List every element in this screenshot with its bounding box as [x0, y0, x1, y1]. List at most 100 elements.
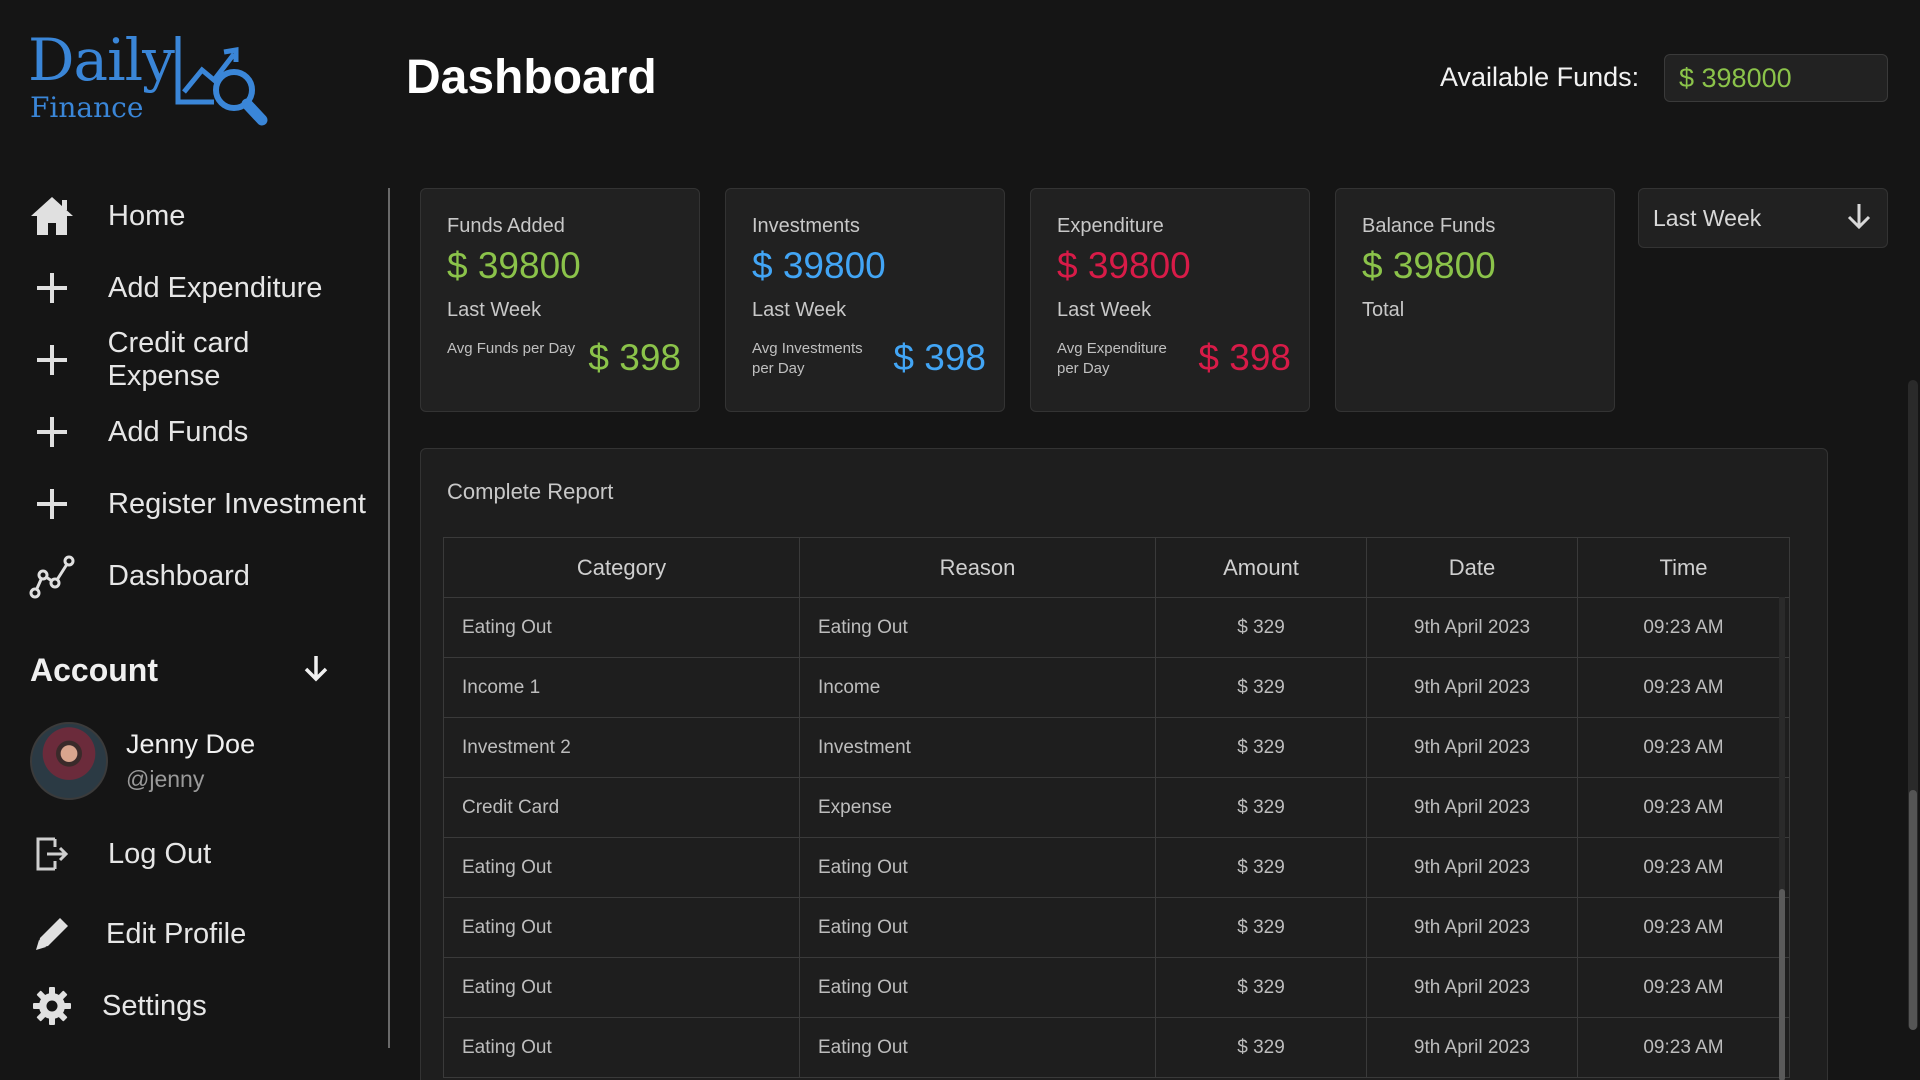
plus-icon: [28, 408, 76, 456]
brand-sub: Finance: [30, 91, 144, 124]
cell-amount: $ 329: [1155, 657, 1367, 718]
cell-category: Eating Out: [443, 897, 800, 958]
page-scrollbar-thumb[interactable]: [1909, 790, 1917, 1030]
cell-amount: $ 329: [1155, 837, 1367, 898]
brand-logo[interactable]: Daily Finance: [28, 28, 278, 128]
card-value: $ 39800: [1057, 245, 1191, 286]
user-name: Jenny Doe: [126, 729, 256, 759]
settings-button[interactable]: Settings: [28, 976, 368, 1036]
card-avg-value: $ 398: [893, 337, 986, 378]
edit-profile-button[interactable]: Edit Profile: [28, 892, 368, 976]
cell-time: 09:23 AM: [1577, 597, 1790, 658]
cell-amount: $ 329: [1155, 957, 1367, 1018]
table-row[interactable]: Eating Out Eating Out $ 329 9th April 2023 0…: [443, 897, 1790, 958]
cell-reason: Income: [799, 657, 1156, 718]
complete-report: Complete Report Category Reason Amount D…: [420, 448, 1828, 1080]
edit-profile-label: Edit Profile: [106, 917, 247, 950]
table-row[interactable]: Credit Card Expense $ 329 9th April 2023 09:…: [443, 777, 1790, 838]
table-row[interactable]: Eating Out Eating Out $ 329 9th April 2023 0…: [443, 1017, 1790, 1078]
cell-amount: $ 329: [1155, 717, 1367, 778]
card-expenditure: Expenditure $ 39800 Last Week Avg Expend…: [1030, 188, 1310, 412]
table-row[interactable]: Investment 2 Investment $ 329 9th April 202…: [443, 717, 1790, 778]
sidebar-item-home[interactable]: Home: [28, 180, 368, 252]
cell-time: 09:23 AM: [1577, 1017, 1790, 1078]
sidebar-item-label: Add Funds: [108, 415, 249, 448]
table-row[interactable]: Eating Out Eating Out $ 329 9th April 2023 0…: [443, 597, 1790, 658]
avatar[interactable]: [30, 722, 108, 800]
card-funds-added: Funds Added $ 39800 Last Week Avg Funds …: [420, 188, 700, 412]
report-table: Category Reason Amount Date Time Eating …: [443, 537, 1790, 1078]
pencil-icon: [28, 910, 76, 958]
home-icon: [28, 192, 76, 240]
page-title: Dashboard: [406, 51, 657, 104]
cell-reason: Eating Out: [799, 597, 1156, 658]
sidebar-item-dashboard[interactable]: Dashboard: [28, 540, 368, 612]
logout-label: Log Out: [108, 837, 212, 870]
user-handle: @jenny: [126, 766, 205, 792]
card-investments: Investments $ 39800 Last Week Avg Invest…: [725, 188, 1005, 412]
cell-date: 9th April 2023: [1366, 957, 1578, 1018]
cell-date: 9th April 2023: [1366, 837, 1578, 898]
sidebar-item-add-funds[interactable]: Add Funds: [28, 396, 368, 468]
sidebar-item-register-investment[interactable]: Register Investment: [28, 468, 368, 540]
card-value: $ 39800: [752, 245, 886, 286]
table-scrollbar[interactable]: [1779, 597, 1785, 1080]
available-funds-label: Available Funds:: [1440, 62, 1640, 92]
cell-amount: $ 329: [1155, 777, 1367, 838]
cell-date: 9th April 2023: [1366, 657, 1578, 718]
cell-category: Eating Out: [443, 1017, 800, 1078]
column-header-date[interactable]: Date: [1366, 537, 1578, 598]
cell-time: 09:23 AM: [1577, 957, 1790, 1018]
account-heading: Account: [30, 651, 158, 688]
card-avg-label: Avg Investments per Day: [752, 340, 863, 377]
card-title: Balance Funds: [1362, 215, 1496, 237]
sidebar-item-credit-card-expense[interactable]: Credit card Expense: [28, 324, 368, 396]
card-period: Last Week: [752, 299, 847, 321]
cell-time: 09:23 AM: [1577, 777, 1790, 838]
sidebar-item-label: Credit card Expense: [107, 327, 250, 392]
settings-label: Settings: [102, 989, 207, 1022]
cell-amount: $ 329: [1155, 597, 1367, 658]
arrow-down-icon: [302, 653, 330, 688]
logout-button[interactable]: Log Out: [28, 820, 368, 888]
available-funds-value: $ 398000: [1664, 54, 1888, 102]
cell-category: Eating Out: [443, 597, 800, 658]
cell-category: Credit Card: [443, 777, 800, 838]
cell-reason: Investment: [799, 717, 1156, 778]
sidebar-divider: [388, 188, 390, 1048]
card-period: Last Week: [1057, 299, 1152, 321]
column-header-category[interactable]: Category: [443, 537, 800, 598]
card-title: Expenditure: [1057, 215, 1164, 237]
gear-icon: [28, 982, 76, 1030]
arrow-down-icon: [1845, 201, 1873, 236]
sidebar-item-label: Add Expenditure: [108, 271, 323, 304]
sidebar-item-add-expenditure[interactable]: Add Expenditure: [28, 252, 368, 324]
account-nav: Log Out Edit Profile Settings: [28, 820, 368, 1036]
plus-icon: [28, 480, 76, 528]
column-header-time[interactable]: Time: [1577, 537, 1790, 598]
cell-amount: $ 329: [1155, 1017, 1367, 1078]
report-title: Complete Report: [447, 479, 614, 504]
table-row[interactable]: Eating Out Eating Out $ 329 9th April 2023 0…: [443, 837, 1790, 898]
plus-icon: [28, 336, 76, 384]
column-header-reason[interactable]: Reason: [799, 537, 1156, 598]
account-toggle[interactable]: Account: [30, 648, 330, 692]
table-row[interactable]: Eating Out Eating Out $ 329 9th April 2023 0…: [443, 957, 1790, 1018]
card-value: $ 39800: [1362, 245, 1496, 286]
cell-category: Eating Out: [443, 837, 800, 898]
finance-magnifier-icon: [175, 36, 268, 126]
table-header-row: Category Reason Amount Date Time: [443, 537, 1790, 598]
card-balance-funds: Balance Funds $ 39800 Total: [1335, 188, 1615, 412]
user-profile[interactable]: Jenny Doe @jenny: [30, 722, 255, 800]
cell-date: 9th April 2023: [1366, 597, 1578, 658]
cell-time: 09:23 AM: [1577, 837, 1790, 898]
page-scrollbar[interactable]: [1908, 380, 1918, 1030]
sidebar-item-label: Home: [108, 199, 186, 232]
cell-category: Investment 2: [443, 717, 800, 778]
column-header-amount[interactable]: Amount: [1155, 537, 1367, 598]
period-select-value: Last Week: [1653, 204, 1762, 231]
period-select[interactable]: Last Week: [1638, 188, 1888, 248]
table-row[interactable]: Income 1 Income $ 329 9th April 2023 09:23 A…: [443, 657, 1790, 718]
table-scrollbar-thumb[interactable]: [1779, 889, 1785, 1080]
card-avg-value: $ 398: [1198, 337, 1291, 378]
